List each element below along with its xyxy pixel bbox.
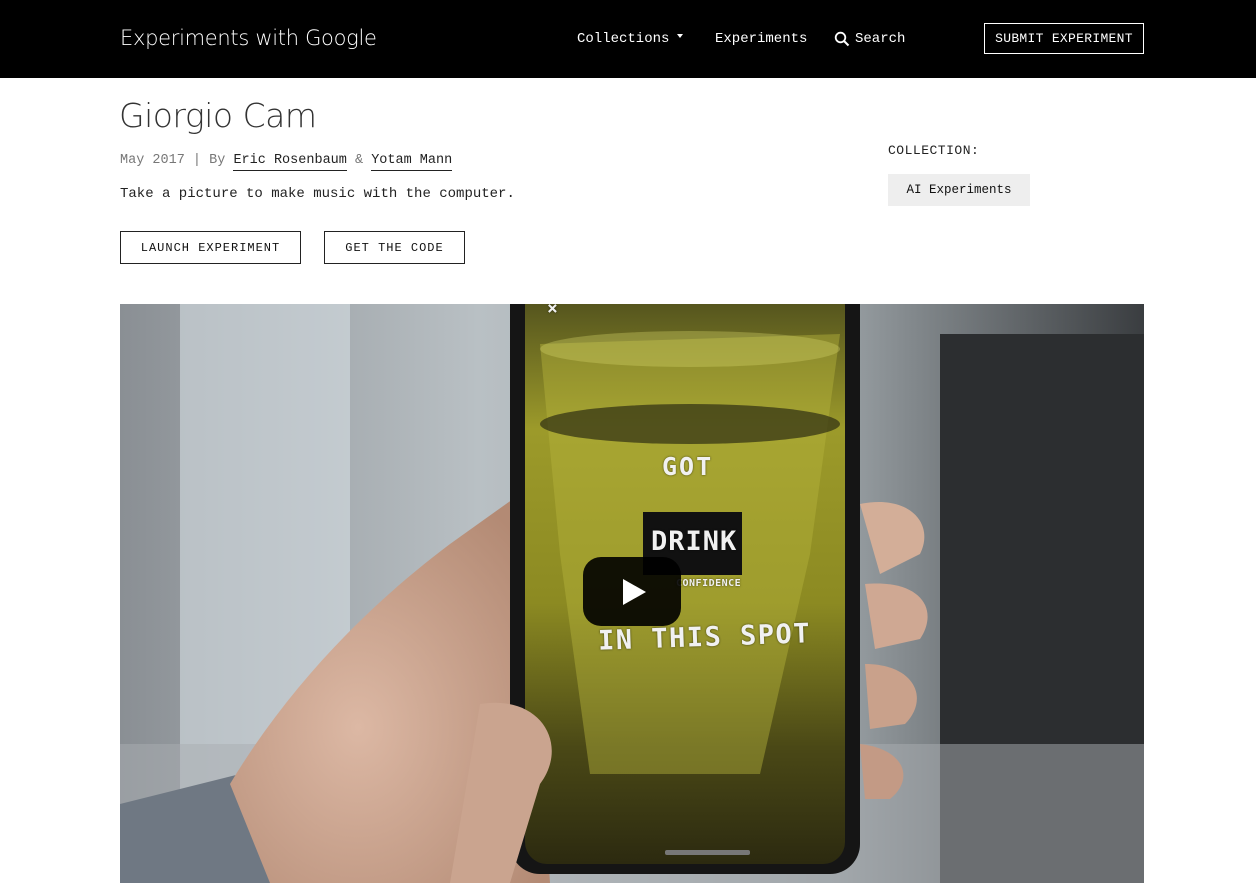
meta-separator: | — [192, 153, 202, 168]
submit-experiment-button[interactable]: SUBMIT EXPERIMENT — [984, 23, 1144, 54]
search-placeholder: Search — [855, 31, 906, 47]
by-label: By — [209, 153, 226, 168]
site-logo[interactable]: Experiments with Google — [120, 26, 377, 50]
experiment-description: Take a picture to make music with the co… — [120, 186, 515, 202]
overlay-text-confidence: CONFIDENCE — [676, 578, 742, 589]
overlay-text-got: GOT — [662, 452, 714, 481]
get-code-button[interactable]: GET THE CODE — [324, 231, 465, 264]
play-button[interactable] — [583, 557, 681, 626]
overlay-text-drink: DRINK — [651, 526, 738, 557]
video-player[interactable]: × GOT DRINK CONFIDENCE IN THIS SPOT — [120, 304, 1144, 883]
site-header: Experiments with Google Collections Expe… — [0, 0, 1256, 78]
close-icon: × — [547, 304, 558, 319]
collection-label: COLLECTION: — [888, 143, 980, 158]
search-icon — [834, 31, 850, 47]
nav-experiments[interactable]: Experiments — [715, 31, 807, 47]
experiment-meta: May 2017 | By Eric Rosenbaum & Yotam Man… — [120, 153, 453, 171]
nav-collections-label: Collections — [577, 31, 670, 47]
publish-date: May 2017 — [120, 153, 185, 168]
author-link[interactable]: Eric Rosenbaum — [233, 153, 347, 171]
nav-collections[interactable]: Collections — [577, 31, 684, 47]
launch-experiment-button[interactable]: LAUNCH EXPERIMENT — [120, 231, 301, 264]
author-joiner: & — [354, 153, 364, 168]
caret-down-icon — [677, 34, 684, 39]
play-icon — [622, 578, 646, 605]
collection-tag[interactable]: AI Experiments — [888, 174, 1030, 206]
author-link[interactable]: Yotam Mann — [371, 153, 453, 171]
search-input[interactable]: Search — [834, 31, 905, 47]
page-title: Giorgio Cam — [119, 96, 317, 135]
